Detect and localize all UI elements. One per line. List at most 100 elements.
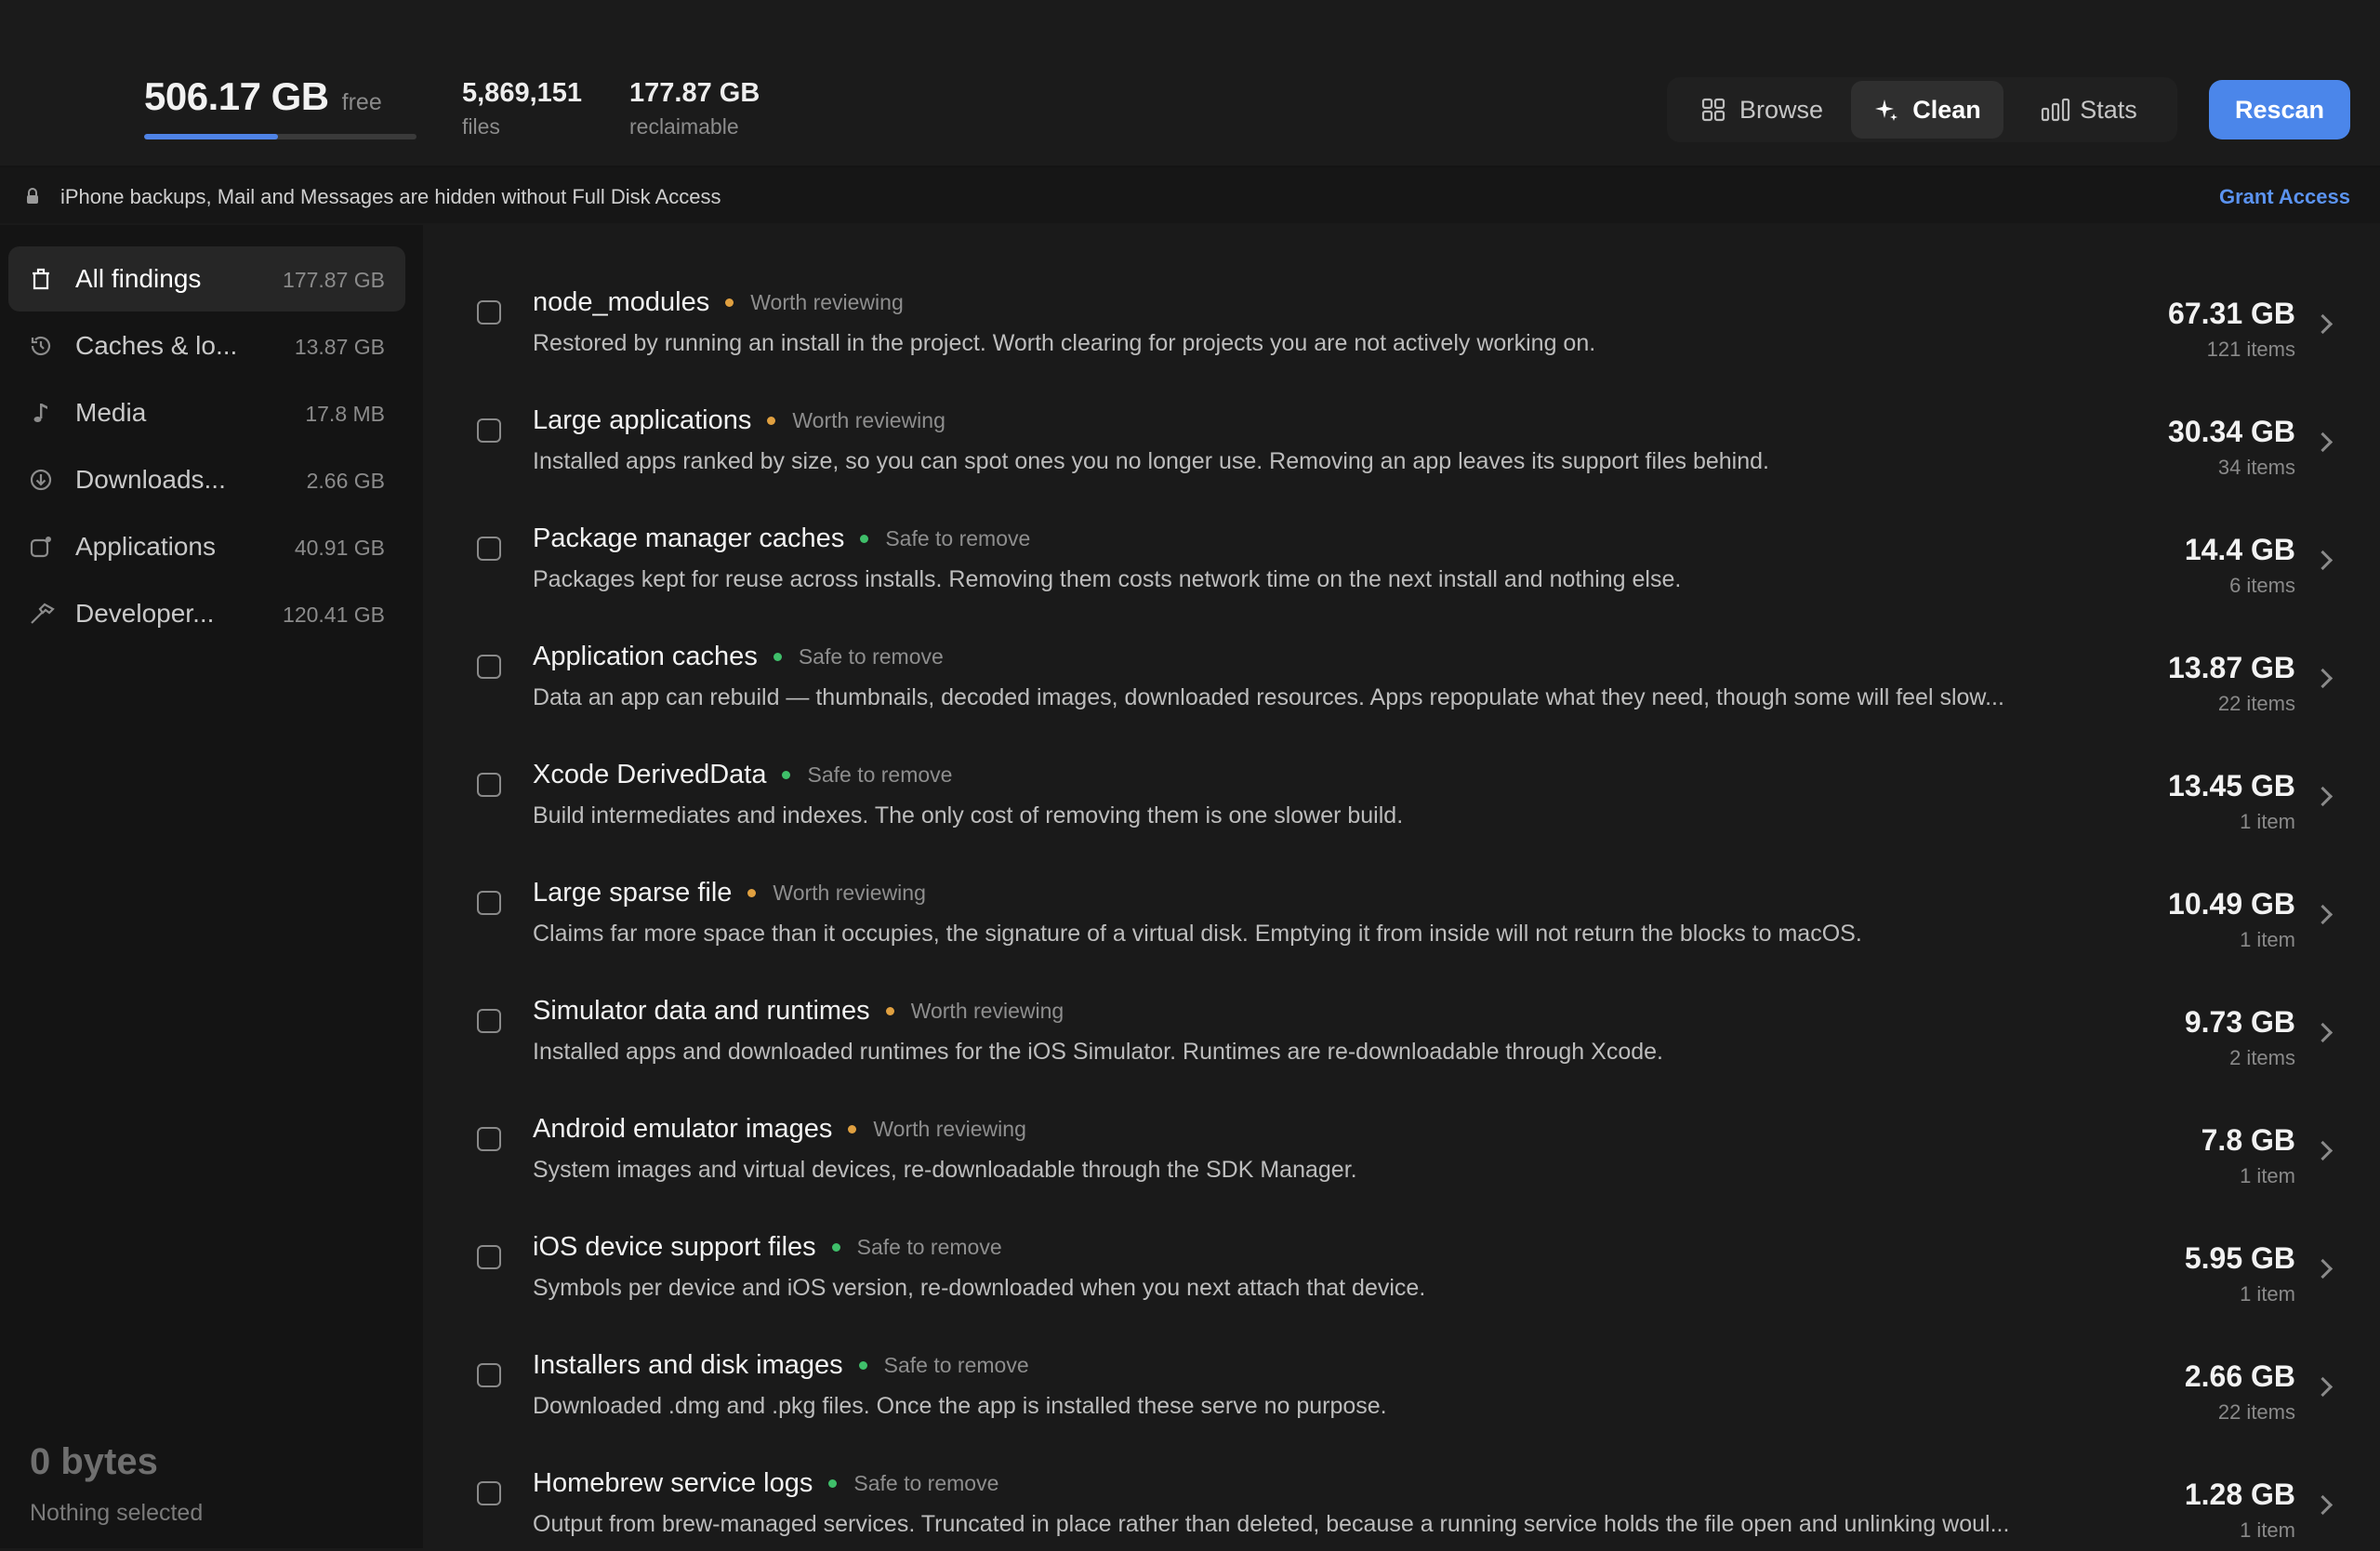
full-disk-access-notice: iPhone backups, Mail and Messages are hi…: [0, 167, 2380, 223]
hammer-icon: [29, 602, 55, 626]
finding-size: 14.4 GB: [2184, 533, 2295, 566]
trash-icon: [29, 267, 53, 291]
finding-description: System images and virtual devices, re-do…: [533, 1157, 1357, 1183]
status-badge: Safe to remove: [798, 644, 944, 669]
chevron-right-icon[interactable]: [2312, 1494, 2334, 1516]
row-checkbox[interactable]: [477, 1363, 501, 1387]
tab-browse-label: Browse: [1739, 95, 1824, 124]
chevron-right-icon[interactable]: [2312, 786, 2334, 807]
finding-size: 1.28 GB: [2184, 1478, 2295, 1511]
row-checkbox[interactable]: [477, 773, 501, 797]
finding-size: 13.87 GB: [2168, 651, 2295, 684]
finding-size: 30.34 GB: [2168, 415, 2295, 448]
status-dot: [767, 417, 776, 425]
finding-title: Android emulator images: [533, 1114, 833, 1144]
row-checkbox[interactable]: [477, 1245, 501, 1269]
grant-access-link[interactable]: Grant Access: [2219, 185, 2350, 209]
disk-usage-fill: [144, 134, 278, 139]
chevron-right-icon[interactable]: [2312, 1022, 2334, 1043]
finding-title: Homebrew service logs: [533, 1468, 813, 1498]
status-badge: Worth reviewing: [773, 881, 926, 905]
status-badge: Worth reviewing: [873, 1117, 1026, 1141]
sidebar-item-label: Caches & lo...: [75, 331, 238, 360]
finding-row-ios-device-support[interactable]: iOS device support files Safe to remove S…: [423, 1197, 2380, 1315]
chevron-right-icon[interactable]: [2312, 904, 2334, 925]
sidebar-item-size: 40.91 GB: [294, 536, 385, 560]
chevron-right-icon[interactable]: [2312, 550, 2334, 571]
sidebar-item-caches[interactable]: Caches & lo... 13.87 GB: [8, 313, 405, 378]
finding-size: 10.49 GB: [2168, 887, 2295, 921]
status-dot: [747, 889, 757, 897]
status-badge: Safe to remove: [885, 526, 1031, 550]
app-icon: [29, 535, 53, 559]
tab-clean[interactable]: Clean: [1851, 81, 2003, 139]
chevron-right-icon[interactable]: [2312, 1376, 2334, 1398]
status-dot: [858, 1361, 867, 1370]
finding-row-homebrew-service-logs[interactable]: Homebrew service logs Safe to remove Outp…: [423, 1433, 2380, 1551]
finding-row-xcode-deriveddata[interactable]: Xcode DerivedData Safe to remove Build in…: [423, 724, 2380, 842]
chevron-right-icon[interactable]: [2312, 313, 2334, 335]
finding-row-package-manager-caches[interactable]: Package manager caches Safe to remove Pac…: [423, 488, 2380, 606]
finding-count: 121 items: [2206, 338, 2295, 361]
row-checkbox[interactable]: [477, 418, 501, 443]
row-checkbox[interactable]: [477, 655, 501, 679]
sidebar-item-applications[interactable]: Applications 40.91 GB: [8, 514, 405, 579]
finding-row-android-emulator-images[interactable]: Android emulator images Worth reviewing S…: [423, 1079, 2380, 1197]
finding-description: Restored by running an install in the pr…: [533, 330, 1596, 356]
free-space-label: free: [341, 89, 382, 115]
reclaimable-stat: 177.87 GB reclaimable: [629, 78, 760, 139]
row-checkbox[interactable]: [477, 537, 501, 561]
finding-size: 7.8 GB: [2201, 1123, 2295, 1157]
sidebar-item-size: 17.8 MB: [305, 402, 385, 426]
findings-list: node_modules Worth reviewing Restored by …: [423, 225, 2380, 1548]
finding-count: 1 item: [2240, 1282, 2295, 1306]
finding-row-installers-disk-images[interactable]: Installers and disk images Safe to remove…: [423, 1315, 2380, 1433]
status-dot: [725, 298, 734, 307]
finding-row-node-modules[interactable]: node_modules Worth reviewing Restored by …: [423, 252, 2380, 370]
finding-count: 1 item: [2240, 810, 2295, 833]
sidebar-item-size: 13.87 GB: [294, 335, 385, 359]
chevron-right-icon[interactable]: [2312, 1258, 2334, 1279]
sidebar-item-media[interactable]: Media 17.8 MB: [8, 380, 405, 445]
rescan-button[interactable]: Rescan: [2209, 80, 2350, 139]
tab-browse[interactable]: Browse: [1683, 81, 1841, 139]
selection-total: 0 bytes: [30, 1441, 158, 1482]
status-badge: Safe to remove: [807, 762, 953, 787]
chevron-right-icon[interactable]: [2312, 431, 2334, 453]
sparkle-icon: [1873, 97, 1899, 123]
tab-stats[interactable]: Stats: [2015, 81, 2163, 139]
row-checkbox[interactable]: [477, 1127, 501, 1151]
sidebar-item-label: Media: [75, 398, 147, 427]
toolbar: 506.17 GB free 5,869,151 files 177.87 GB…: [0, 0, 2380, 167]
finding-row-large-sparse-file[interactable]: Large sparse file Worth reviewing Claims …: [423, 842, 2380, 961]
finding-description: Claims far more space than it occupies, …: [533, 921, 1862, 947]
files-label: files: [462, 114, 500, 139]
sidebar-item-downloads[interactable]: Downloads... 2.66 GB: [8, 447, 405, 512]
finding-description: Installed apps ranked by size, so you ca…: [533, 448, 1769, 474]
reclaimable-label: reclaimable: [629, 114, 739, 139]
row-checkbox[interactable]: [477, 300, 501, 325]
sidebar-item-all-findings[interactable]: All findings 177.87 GB: [8, 246, 405, 312]
sidebar-item-label: Downloads...: [75, 465, 226, 494]
status-dot: [831, 1243, 840, 1252]
finding-row-simulator-data[interactable]: Simulator data and runtimes Worth reviewi…: [423, 961, 2380, 1079]
chevron-right-icon[interactable]: [2312, 1140, 2334, 1161]
finding-size: 5.95 GB: [2184, 1241, 2295, 1275]
notice-text: iPhone backups, Mail and Messages are hi…: [60, 185, 721, 208]
sidebar-item-developer[interactable]: Developer... 120.41 GB: [8, 581, 405, 646]
finding-title: Installers and disk images: [533, 1350, 843, 1380]
row-checkbox[interactable]: [477, 1481, 501, 1505]
finding-title: Large sparse file: [533, 878, 733, 908]
tab-clean-label: Clean: [1912, 95, 1981, 124]
finding-description: Data an app can rebuild — thumbnails, de…: [533, 684, 2004, 710]
finding-row-large-applications[interactable]: Large applications Worth reviewing Instal…: [423, 370, 2380, 488]
download-icon: [29, 468, 53, 492]
row-checkbox[interactable]: [477, 891, 501, 915]
finding-row-application-caches[interactable]: Application caches Safe to remove Data an…: [423, 606, 2380, 724]
chevron-right-icon[interactable]: [2312, 668, 2334, 689]
status-dot: [860, 535, 869, 543]
row-checkbox[interactable]: [477, 1009, 501, 1033]
status-dot: [782, 771, 791, 779]
finding-count: 1 item: [2240, 928, 2295, 951]
files-count: 5,869,151: [462, 78, 583, 108]
